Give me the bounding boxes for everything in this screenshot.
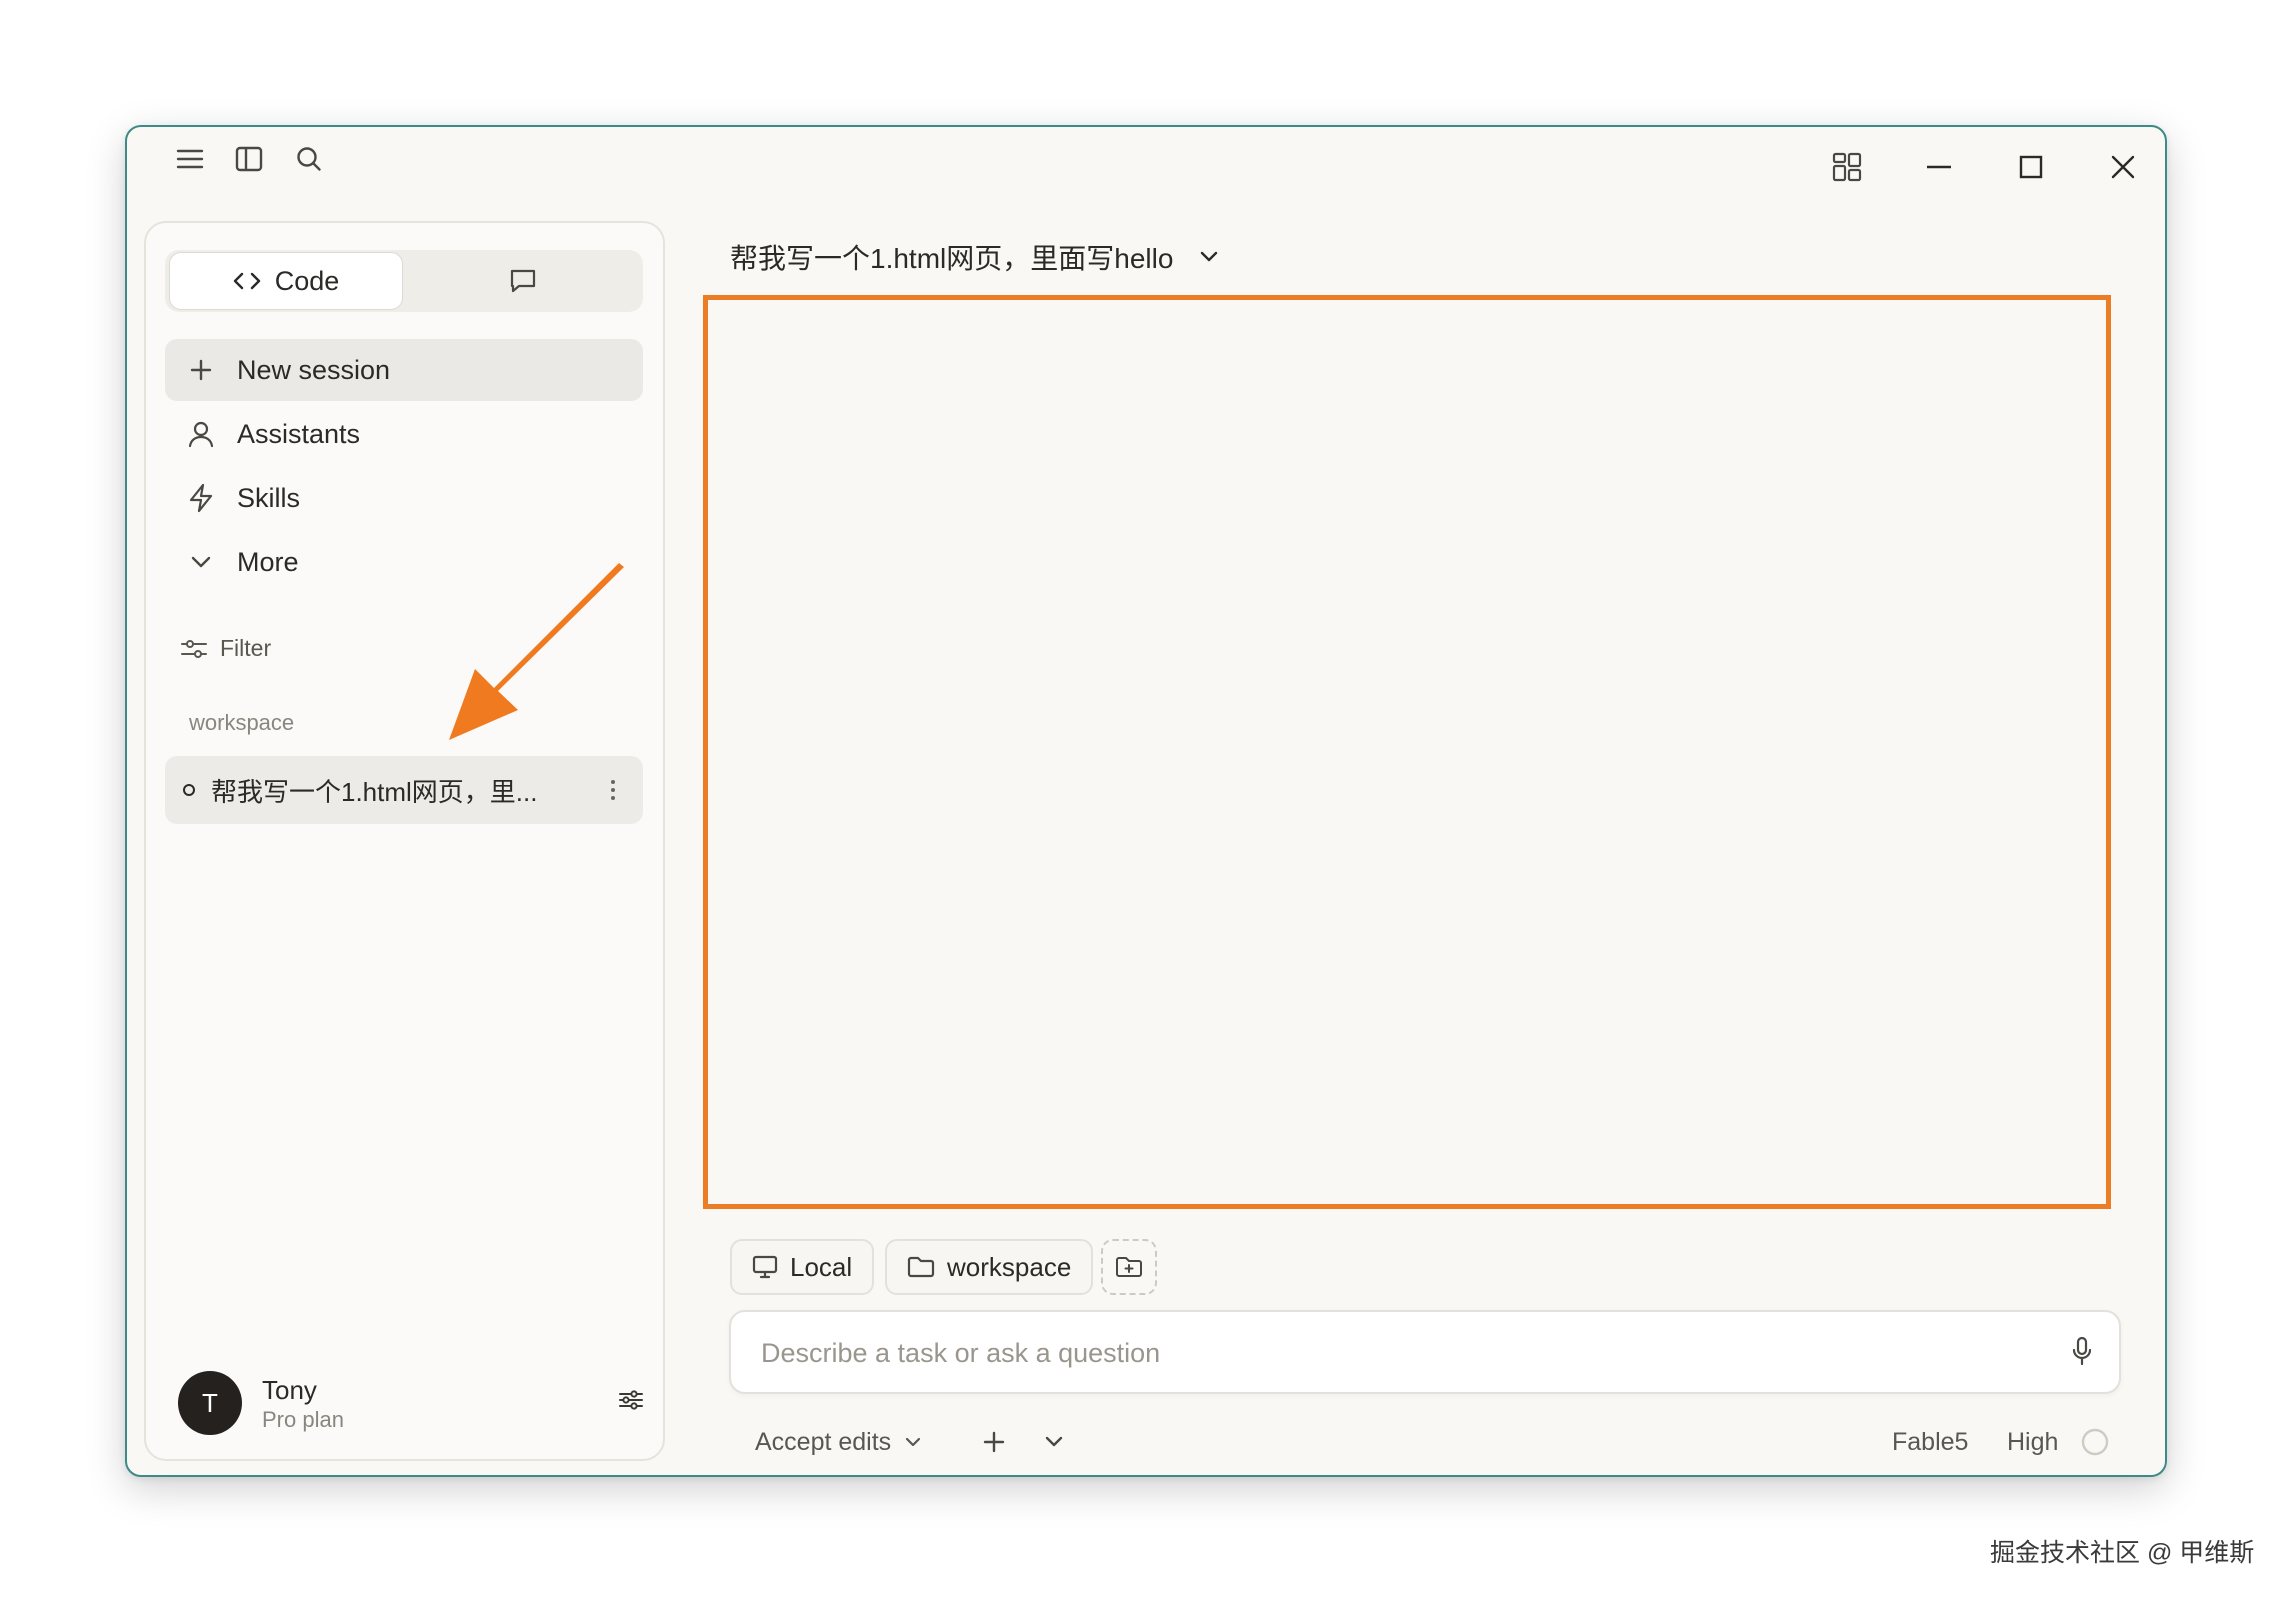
session-status-dot bbox=[183, 784, 195, 796]
layout-grid-icon[interactable] bbox=[1827, 147, 1867, 187]
model-selector[interactable]: Fable5 bbox=[1892, 1420, 1968, 1464]
folder-workspace-chip[interactable]: workspace bbox=[885, 1239, 1094, 1295]
search-icon[interactable] bbox=[291, 141, 327, 177]
user-profile[interactable]: T Tony Pro plan bbox=[178, 1371, 643, 1437]
prompt-input[interactable] bbox=[761, 1330, 2021, 1376]
filter-sliders-icon bbox=[180, 638, 208, 660]
filter-label: Filter bbox=[220, 635, 272, 661]
plus-icon bbox=[165, 359, 237, 381]
chevron-down-icon bbox=[165, 555, 237, 569]
effort-selector[interactable]: High bbox=[2007, 1420, 2058, 1464]
sidebar-toggle-icon[interactable] bbox=[231, 141, 267, 177]
sidebar-item-assistants[interactable]: Assistants bbox=[165, 403, 643, 465]
effort-label: High bbox=[2007, 1427, 2059, 1456]
sidebar: Code New session Assistants Skills More … bbox=[144, 221, 665, 1461]
chevron-down-icon bbox=[1199, 251, 1219, 263]
mode-code-button[interactable]: Code bbox=[169, 252, 403, 310]
accept-edits-label: Accept edits bbox=[755, 1427, 892, 1456]
monitor-icon bbox=[752, 1255, 778, 1279]
filter-button[interactable]: Filter bbox=[180, 635, 271, 662]
chip-label: Local bbox=[790, 1251, 853, 1282]
maximize-icon[interactable] bbox=[2011, 147, 2051, 187]
model-label: Fable5 bbox=[1892, 1427, 1969, 1456]
session-title: 帮我写一个1.html网页，里... bbox=[211, 776, 538, 807]
watermark: 掘金技术社区 @ 甲维斯 bbox=[1990, 1539, 2255, 1567]
minimize-icon[interactable] bbox=[1919, 147, 1959, 187]
session-title-dropdown[interactable]: 帮我写一个1.html网页，里面写hello bbox=[730, 237, 1219, 277]
person-icon bbox=[165, 420, 237, 448]
accept-edits-dropdown[interactable]: Accept edits bbox=[755, 1420, 921, 1464]
sidebar-item-skills[interactable]: Skills bbox=[165, 467, 643, 529]
chat-bubble-icon bbox=[509, 268, 537, 294]
avatar: T bbox=[178, 1371, 242, 1435]
composer-toolbar: Accept edits Fable5 High bbox=[755, 1420, 2115, 1464]
mode-chat-button[interactable] bbox=[403, 250, 643, 312]
microphone-icon[interactable] bbox=[2071, 1336, 2093, 1368]
mode-toggle: Code bbox=[165, 250, 643, 312]
page-title: 帮我写一个1.html网页，里面写hello bbox=[730, 243, 1174, 274]
context-usage-indicator[interactable] bbox=[2080, 1420, 2110, 1464]
close-icon[interactable] bbox=[2103, 147, 2143, 187]
progress-ring-icon bbox=[2081, 1428, 2109, 1456]
chevron-down-icon bbox=[1045, 1436, 1063, 1447]
sidebar-item-label: More bbox=[237, 546, 299, 577]
sidebar-item-label: Skills bbox=[237, 482, 301, 513]
code-brackets-icon bbox=[233, 271, 261, 291]
sidebar-item-label: New session bbox=[237, 354, 391, 385]
mode-code-label: Code bbox=[274, 265, 340, 296]
session-item[interactable]: 帮我写一个1.html网页，里... bbox=[165, 756, 643, 824]
sidebar-item-new-session[interactable]: New session bbox=[165, 339, 643, 401]
more-vertical-icon[interactable] bbox=[583, 779, 643, 801]
lightning-icon bbox=[165, 483, 237, 513]
preview-panel-highlight bbox=[703, 295, 2111, 1209]
user-plan: Pro plan bbox=[262, 1407, 344, 1432]
section-label-workspace: workspace bbox=[189, 710, 295, 735]
add-context-button[interactable] bbox=[983, 1420, 1005, 1464]
add-folder-button[interactable] bbox=[1101, 1239, 1157, 1295]
settings-sliders-icon[interactable] bbox=[618, 1389, 644, 1411]
plus-icon bbox=[983, 1431, 1005, 1453]
folder-icon bbox=[907, 1255, 935, 1279]
user-name: Tony bbox=[262, 1375, 317, 1405]
more-options-dropdown[interactable] bbox=[1045, 1420, 1063, 1464]
prompt-box bbox=[729, 1310, 2121, 1394]
sidebar-item-label: Assistants bbox=[237, 418, 361, 449]
chip-label: workspace bbox=[947, 1251, 1072, 1282]
sidebar-item-more[interactable]: More bbox=[165, 531, 643, 593]
app-window: Code New session Assistants Skills More … bbox=[125, 125, 2167, 1477]
folder-plus-icon bbox=[1115, 1255, 1143, 1279]
menu-icon[interactable] bbox=[172, 141, 208, 177]
environment-local-chip[interactable]: Local bbox=[730, 1239, 875, 1295]
chevron-down-icon bbox=[905, 1437, 921, 1447]
